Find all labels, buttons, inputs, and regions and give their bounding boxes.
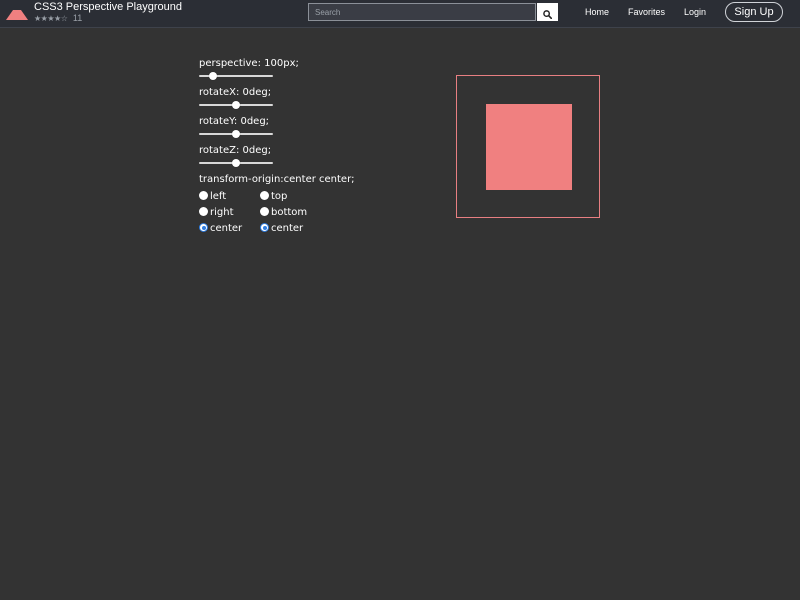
- magnifier-icon: [543, 9, 552, 19]
- search-input[interactable]: [309, 4, 535, 20]
- rating-stars-icon: ★★★★☆: [34, 14, 68, 23]
- rotatex-label: rotateX: 0deg;: [199, 87, 272, 98]
- origin-x-left-radio[interactable]: left: [199, 191, 226, 202]
- rotatex-slider[interactable]: [199, 101, 273, 109]
- origin-y-top-radio[interactable]: top: [260, 191, 287, 202]
- slider-thumb[interactable]: [232, 101, 240, 109]
- origin-y-center-radio[interactable]: center: [260, 223, 303, 234]
- radio-circle[interactable]: [199, 191, 208, 200]
- transform-origin-label: transform-origin:center center;: [199, 174, 355, 185]
- rotatey-label: rotateY: 0deg;: [199, 116, 270, 127]
- rotatez-slider[interactable]: [199, 159, 273, 167]
- radio-circle[interactable]: [199, 207, 208, 216]
- search-button[interactable]: [537, 3, 558, 21]
- radio-circle[interactable]: [260, 223, 269, 232]
- slider-thumb[interactable]: [232, 159, 240, 167]
- signup-button[interactable]: Sign Up: [725, 2, 783, 22]
- rating-count: 11: [72, 13, 83, 23]
- origin-y-bottom-radio[interactable]: bottom: [260, 207, 307, 218]
- radio-label: center: [210, 223, 243, 234]
- slider-thumb[interactable]: [232, 130, 240, 138]
- rating: ★★★★☆ 11: [34, 13, 82, 23]
- radio-label: right: [210, 207, 234, 218]
- origin-x-right-radio[interactable]: right: [199, 207, 234, 218]
- transformed-box: [486, 104, 572, 190]
- perspective-slider[interactable]: [199, 72, 273, 80]
- nav-favorites-link[interactable]: Favorites: [628, 7, 665, 17]
- radio-circle[interactable]: [199, 223, 208, 232]
- top-bar: CSS3 Perspective Playground ★★★★☆ 11 Hom…: [0, 0, 800, 28]
- nav-login-link[interactable]: Login: [684, 7, 706, 17]
- rotatey-slider[interactable]: [199, 130, 273, 138]
- radio-label: left: [210, 191, 227, 202]
- radio-label: bottom: [271, 207, 308, 218]
- search-box: [308, 3, 536, 21]
- radio-circle[interactable]: [260, 191, 269, 200]
- perspective-label: perspective: 100px;: [199, 58, 299, 69]
- radio-circle[interactable]: [260, 207, 269, 216]
- origin-x-center-radio[interactable]: center: [199, 223, 242, 234]
- slider-thumb[interactable]: [208, 72, 217, 80]
- radio-label: center: [271, 223, 304, 234]
- pyramid-logo-icon[interactable]: [6, 9, 28, 20]
- radio-label: top: [271, 191, 288, 202]
- rotatez-label: rotateZ: 0deg;: [199, 145, 272, 156]
- nav-home-link[interactable]: Home: [585, 7, 609, 17]
- app-title[interactable]: CSS3 Perspective Playground: [34, 1, 182, 13]
- perspective-stage: [456, 75, 600, 218]
